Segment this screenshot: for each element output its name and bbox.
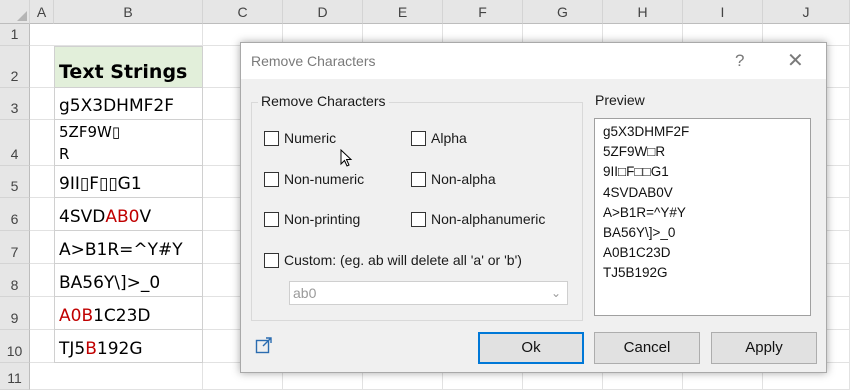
cell-text: 9II▯F▯▯G1 (59, 174, 142, 194)
column-header-b[interactable]: B (54, 0, 203, 24)
highlighted-text: A0B (59, 306, 94, 326)
highlighted-text: B (85, 339, 97, 359)
cell-text-line: R (59, 145, 70, 163)
non-numeric-option[interactable]: Non-numeric (264, 171, 364, 187)
non-numeric-label: Non-numeric (284, 171, 365, 187)
row-header-8[interactable]: 8 (0, 264, 30, 297)
row-header-3[interactable]: 3 (0, 88, 30, 120)
cell-text-line: 5ZF9W▯ (59, 123, 121, 141)
cell-b10[interactable]: TJ5 B 192G (54, 330, 203, 363)
non-alphanumeric-label: Non-alphanumeric (431, 211, 546, 227)
non-alphanumeric-option[interactable]: Non-alphanumeric (411, 211, 545, 227)
cell-b9[interactable]: A0B 1C23D (54, 297, 203, 330)
row-header-1[interactable]: 1 (0, 24, 30, 46)
numeric-checkbox[interactable] (264, 130, 279, 146)
numeric-label: Numeric (284, 130, 337, 146)
row-header-10[interactable]: 10 (0, 330, 30, 363)
row-header-7[interactable]: 7 (0, 231, 30, 264)
custom-chars-combo[interactable]: ab0 ⌄ (289, 281, 568, 305)
custom-option[interactable]: Custom: (eg. ab will delete all 'a' or '… (264, 252, 522, 268)
alpha-label: Alpha (431, 130, 467, 146)
mouse-cursor-icon (340, 149, 353, 167)
custom-checkbox[interactable] (264, 252, 279, 268)
dialog-titlebar: Remove Characters ? ✕ (241, 43, 826, 79)
non-printing-checkbox[interactable] (264, 211, 279, 227)
row-header-2[interactable]: 2 (0, 46, 30, 88)
close-icon[interactable]: ✕ (787, 48, 804, 73)
non-printing-option[interactable]: Non-printing (264, 211, 360, 227)
non-printing-label: Non-printing (284, 211, 361, 227)
column-header-i[interactable]: I (683, 0, 763, 24)
cell-b7[interactable]: A>B1R=^Y#Y (54, 231, 203, 264)
column-header-f[interactable]: F (443, 0, 523, 24)
numeric-option[interactable]: Numeric (264, 130, 336, 146)
cell-b3[interactable]: g5X3DHMF2F (54, 88, 203, 120)
chevron-down-icon[interactable]: ⌄ (551, 282, 561, 304)
header-cell-text-strings[interactable]: Text Strings (54, 46, 203, 88)
cell-text: g5X3DHMF2F (59, 96, 174, 116)
preview-line: 5ZF9W□R (603, 144, 666, 160)
cell-text: 192G (96, 339, 143, 359)
cell-text: BA56Y\]>_0 (59, 273, 161, 293)
cell-text: 4SVD (59, 207, 106, 227)
row-header-9[interactable]: 9 (0, 297, 30, 330)
dialog-title: Remove Characters (251, 53, 376, 69)
preview-line: BA56Y\]>_0 (603, 225, 676, 240)
apply-button[interactable]: Apply (711, 332, 817, 364)
alpha-checkbox[interactable] (411, 130, 426, 146)
column-header-e[interactable]: E (363, 0, 443, 24)
non-numeric-checkbox[interactable] (264, 171, 279, 187)
cell-b6[interactable]: 4SVD AB0 V (54, 198, 203, 231)
custom-chars-value: ab0 (293, 285, 317, 301)
preview-line: 9II□F□□G1 (603, 164, 669, 180)
preview-box[interactable]: g5X3DHMF2F 5ZF9W□R 9II□F□□G1 4SVDAB0V A>B1R=… (594, 118, 811, 316)
column-header-c[interactable]: C (203, 0, 283, 24)
column-header-a[interactable]: A (30, 0, 54, 24)
preview-label: Preview (593, 92, 647, 108)
non-alpha-label: Non-alpha (431, 171, 496, 187)
column-header-g[interactable]: G (523, 0, 603, 24)
non-alpha-checkbox[interactable] (411, 171, 426, 187)
alpha-option[interactable]: Alpha (411, 130, 467, 146)
preview-line: A0B1C23D (603, 245, 671, 261)
help-icon[interactable]: ? (735, 51, 744, 71)
cell-text: 1C23D (93, 306, 151, 326)
preview-line: A>B1R=^Y#Y (603, 204, 686, 220)
cell-text: TJ5 (59, 339, 86, 359)
cancel-button[interactable]: Cancel (594, 332, 700, 364)
cell-b8[interactable]: BA56Y\]>_0 (54, 264, 203, 297)
preview-line: TJ5B192G (603, 265, 668, 281)
non-alphanumeric-checkbox[interactable] (411, 211, 426, 227)
preview-line: g5X3DHMF2F (603, 124, 690, 139)
column-header-j[interactable]: J (763, 0, 850, 24)
row-header-4[interactable]: 4 (0, 120, 30, 166)
highlighted-text: AB0 (105, 207, 140, 227)
remove-characters-dialog: Remove Characters ? ✕ Remove Characters … (240, 42, 827, 373)
cell-text: V (139, 207, 152, 227)
select-all-corner[interactable] (0, 0, 30, 24)
custom-label: Custom: (eg. ab will delete all 'a' or '… (284, 252, 522, 268)
row-header-5[interactable]: 5 (0, 166, 30, 198)
preview-line: 4SVDAB0V (603, 184, 673, 200)
ok-button[interactable]: Ok (478, 332, 584, 364)
remove-characters-group-label: Remove Characters (258, 93, 389, 109)
external-link-icon[interactable] (255, 336, 273, 354)
cell-text: A>B1R=^Y#Y (59, 240, 183, 260)
column-header-h[interactable]: H (603, 0, 683, 24)
row-header-11[interactable]: 11 (0, 363, 30, 390)
cell-b5[interactable]: 9II▯F▯▯G1 (54, 166, 203, 198)
non-alpha-option[interactable]: Non-alpha (411, 171, 496, 187)
row-header-6[interactable]: 6 (0, 198, 30, 231)
column-header-d[interactable]: D (283, 0, 363, 24)
cell-b4[interactable]: 5ZF9W▯ R (54, 120, 203, 166)
